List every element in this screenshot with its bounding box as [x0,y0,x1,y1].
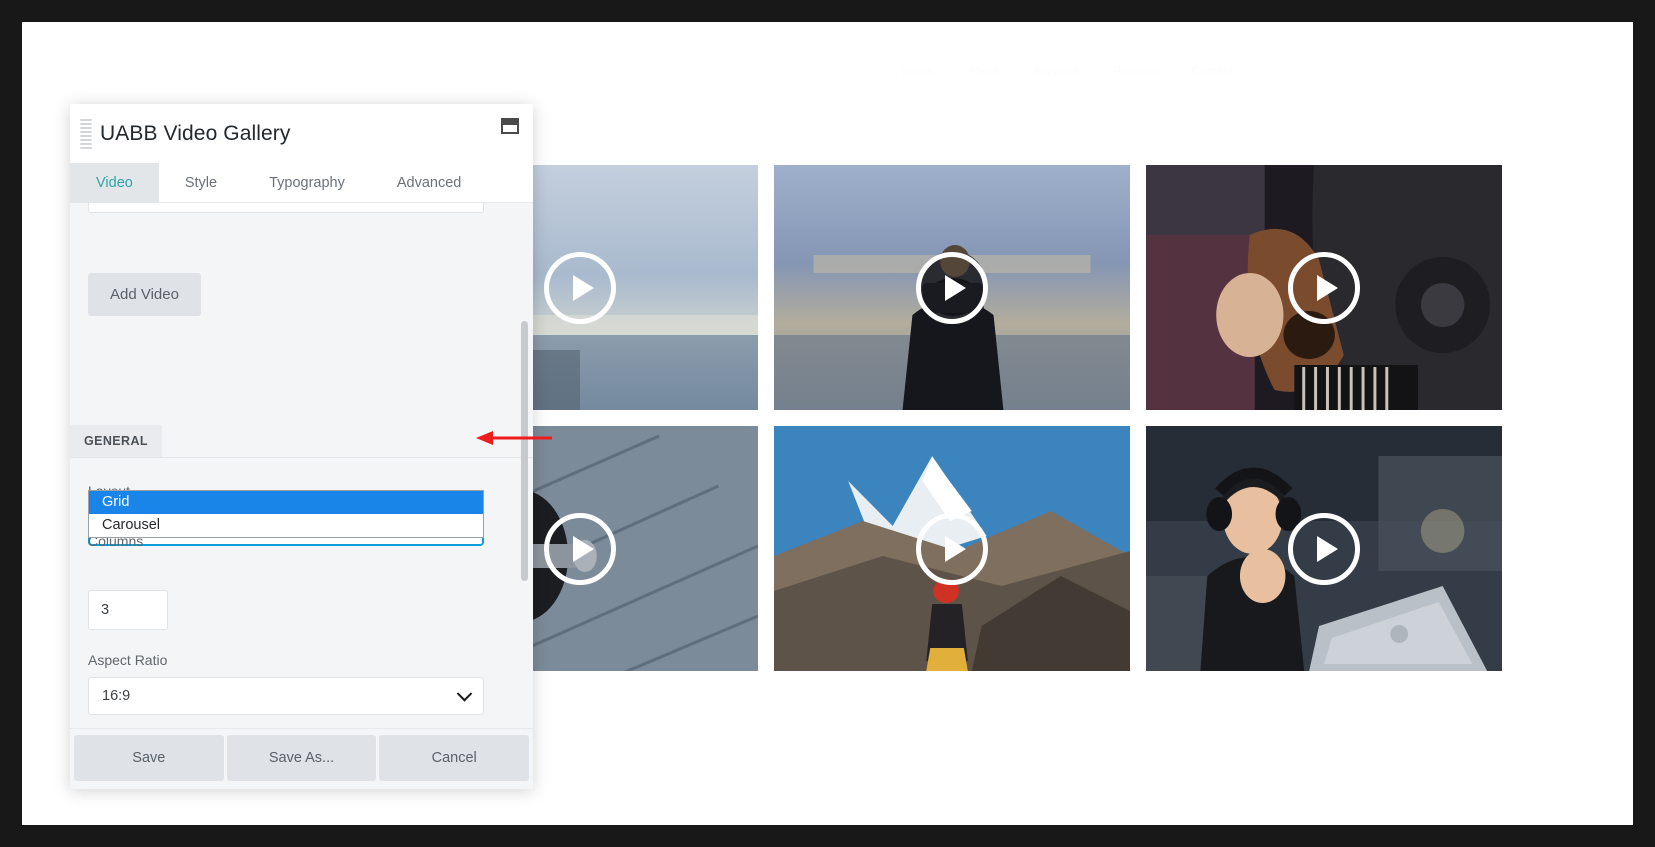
play-triangle-icon [573,275,594,301]
aspect-ratio-select-value: 16:9 [102,688,130,704]
screen-frame: Home About Services Portfolio Contact [0,0,1655,847]
cancel-button[interactable]: Cancel [379,735,529,781]
play-button[interactable] [1288,252,1360,324]
chevron-down-icon[interactable] [457,686,473,702]
section-tab-row: GENERAL [70,425,533,458]
layout-option-carousel[interactable]: Carousel [89,514,483,537]
panel-title: UABB Video Gallery [100,122,291,146]
video-gallery-settings-panel: UABB Video Gallery Video Style Typograph… [70,104,533,789]
play-button[interactable] [916,252,988,324]
nav-link-about[interactable]: About [968,64,999,78]
tab-video[interactable]: Video [70,163,159,203]
tab-style[interactable]: Style [159,163,243,203]
panel-body: Add Video GENERAL Layout Grid [70,203,533,728]
aspect-ratio-select[interactable]: 16:9 [88,677,484,715]
tab-advanced[interactable]: Advanced [371,163,488,203]
tab-typography[interactable]: Typography [243,163,371,203]
nav-link-portfolio[interactable]: Portfolio [1113,64,1157,78]
aspect-ratio-field-label: Aspect Ratio [88,652,515,668]
video-tile[interactable] [1146,165,1502,410]
columns-input-value: 3 [101,602,109,618]
scrolled-field-edge [88,203,484,213]
add-video-row: Add Video [88,273,201,316]
play-triangle-icon [945,536,966,562]
play-button[interactable] [1288,513,1360,585]
layout-option-grid[interactable]: Grid [89,491,483,514]
nav-link-home[interactable]: Home [902,64,934,78]
play-button[interactable] [544,252,616,324]
video-tile[interactable] [1146,426,1502,671]
panel-tab-bar: Video Style Typography Advanced [70,163,533,203]
video-gallery-grid [402,165,1502,671]
play-triangle-icon [1317,536,1338,562]
panel-scrollbar[interactable] [521,321,528,581]
save-button[interactable]: Save [74,735,224,781]
play-triangle-icon [573,536,594,562]
window-dock-icon[interactable] [501,118,519,134]
panel-header: UABB Video Gallery [70,104,533,163]
page-canvas: Home About Services Portfolio Contact [22,22,1633,825]
play-button[interactable] [544,513,616,585]
scrollbar-thumb[interactable] [521,321,528,581]
play-triangle-icon [1317,275,1338,301]
layout-dropdown-options: Grid Carousel [88,490,484,538]
add-video-button[interactable]: Add Video [88,273,201,316]
section-tab-general[interactable]: GENERAL [70,425,162,457]
top-navigation: Home About Services Portfolio Contact [902,60,1602,82]
play-triangle-icon [945,275,966,301]
nav-link-services[interactable]: Services [1033,64,1079,78]
video-tile[interactable] [774,426,1130,671]
nav-link-contact[interactable]: Contact [1191,64,1232,78]
video-tile[interactable] [774,165,1130,410]
drag-dots-icon[interactable] [80,114,92,154]
columns-input[interactable]: 3 [88,590,168,630]
play-button[interactable] [916,513,988,585]
save-as-button[interactable]: Save As... [227,735,377,781]
panel-footer: Save Save As... Cancel [70,728,533,789]
